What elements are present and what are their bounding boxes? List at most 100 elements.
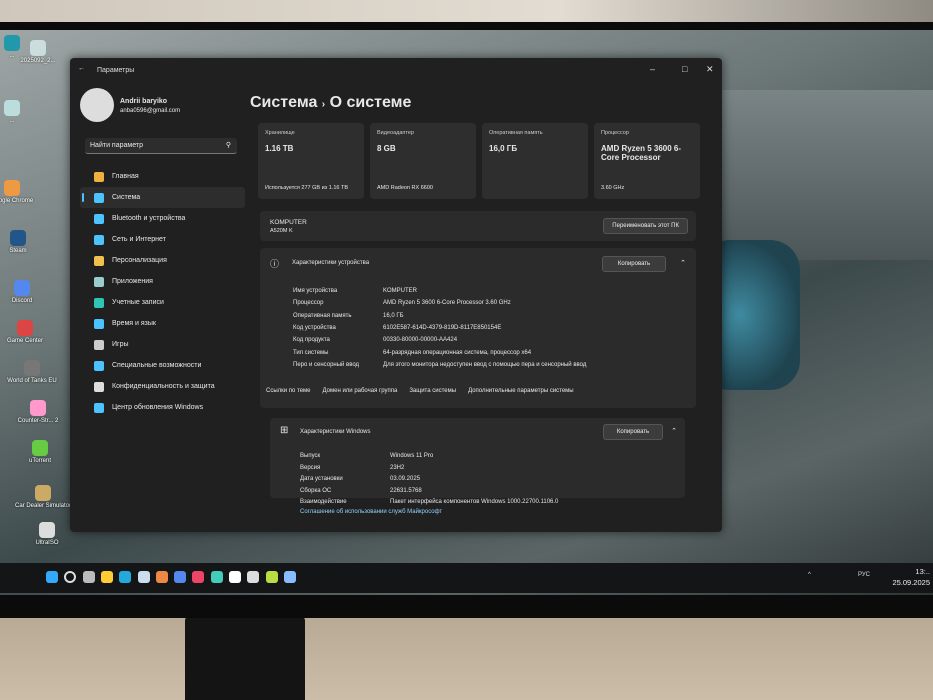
- spec-label: Тип системы: [293, 349, 329, 356]
- taskbar-app-icon[interactable]: [192, 571, 205, 583]
- spec-value: Windows 11 Pro: [390, 453, 434, 459]
- sidebar-item[interactable]: Система: [80, 187, 245, 208]
- app-icon: [17, 320, 33, 336]
- desktop-icon[interactable]: Car Dealer Simulator: [13, 485, 73, 509]
- summary-card: Хранилище 1.16 TB Используется 277 GB из 1…: [258, 123, 364, 199]
- summary-card: Оперативная память 16,0 ГБ: [482, 123, 588, 199]
- sidebar-item[interactable]: Игры: [80, 334, 245, 355]
- desktop-icon-label: Game Center: [6, 338, 43, 344]
- sidebar-item[interactable]: Сеть и Интернет: [80, 229, 245, 250]
- page-title: О системе: [329, 94, 412, 111]
- desktop-icon-label: Discord: [11, 298, 33, 304]
- tray-language[interactable]: РУС: [858, 572, 870, 578]
- taskbar-app-icon[interactable]: [174, 571, 187, 583]
- desktop-icon-label: uTorrent: [28, 458, 51, 464]
- ms-services-agreement-link[interactable]: Соглашение об использовании служб Майкро…: [300, 509, 442, 515]
- desktop-icon[interactable]: Discord: [0, 280, 52, 304]
- sidebar-item[interactable]: Время и язык: [80, 313, 245, 334]
- sidebar-item[interactable]: Персонализация: [80, 250, 245, 271]
- taskbar-app-icon[interactable]: [137, 571, 150, 583]
- app-icon: [14, 280, 30, 296]
- spec-label: Процессор: [293, 300, 324, 307]
- app-icon: [4, 180, 20, 196]
- sidebar-item[interactable]: Конфиденциальность и защита: [80, 376, 245, 397]
- taskbar-app-icon[interactable]: [283, 571, 296, 583]
- taskbar-app-icon[interactable]: [46, 571, 58, 583]
- taskbar-app-icon[interactable]: [229, 571, 241, 583]
- chevron-up-icon[interactable]: ⌃: [680, 259, 686, 267]
- spec-value: 03.09.2025: [390, 476, 421, 482]
- app-icon: [35, 485, 51, 501]
- sidebar-item-label: Bluetooth и устройства: [112, 215, 186, 222]
- desktop-icon[interactable]: ...: [0, 100, 42, 124]
- related-links: Ссылки по теме Домен или рабочая группа …: [266, 388, 574, 394]
- windows-specs-panel: ⊞ Характеристики Windows Копировать ⌃ Вы…: [270, 418, 685, 515]
- nav-icon: [94, 255, 104, 266]
- nav-icon: [94, 381, 104, 392]
- card-value: AMD Ryzen 5 3600 6-Core Processor: [601, 144, 682, 162]
- spec-value: 22631.5768: [390, 487, 422, 494]
- app-icon: [4, 100, 20, 116]
- desktop-icon[interactable]: Steam: [0, 230, 48, 254]
- taskbar-app-icon[interactable]: [64, 571, 77, 583]
- link-system-protection[interactable]: Защита системы: [409, 388, 456, 394]
- maximize-button[interactable]: □: [682, 64, 687, 74]
- link-advanced-settings[interactable]: Дополнительные параметры системы: [468, 388, 574, 394]
- spec-label: Код устройства: [293, 324, 336, 331]
- taskbar: ^ РУС 13:.. 25.09.2025: [0, 563, 933, 593]
- desktop-icon[interactable]: World of Tanks EU: [2, 360, 62, 384]
- back-arrow-icon[interactable]: ←: [78, 65, 85, 72]
- search-icon: ⚲: [225, 142, 231, 149]
- breadcrumb: Система › О системе: [250, 94, 411, 112]
- spec-value: AMD Ryzen 5 3600 6-Core Processor 3.60 G…: [383, 300, 511, 307]
- desktop-icon[interactable]: Google Chrome: [0, 180, 42, 204]
- taskbar-app-icon[interactable]: [247, 571, 260, 583]
- app-icon: [32, 440, 48, 456]
- desktop-icon[interactable]: Game Center: [0, 320, 55, 344]
- desktop-icon[interactable]: UltraISO: [17, 522, 77, 546]
- minimize-button[interactable]: –: [650, 64, 655, 74]
- tray-date[interactable]: 25.09.2025: [892, 578, 930, 587]
- spec-label: Дата установки: [300, 476, 343, 482]
- card-title: Оперативная память: [489, 130, 543, 136]
- taskbar-app-icon[interactable]: [210, 571, 223, 583]
- nav-icon: [94, 339, 104, 350]
- monitor-stand: [185, 615, 305, 700]
- taskbar-app-icon[interactable]: [100, 571, 113, 583]
- desktop-icon[interactable]: uTorrent: [10, 440, 70, 464]
- breadcrumb-parent[interactable]: Система: [250, 94, 317, 111]
- spec-label: Версия: [300, 464, 321, 471]
- taskbar-app-icon[interactable]: [82, 571, 95, 583]
- title-bar: ← Параметры – □ ✕: [70, 58, 722, 84]
- summary-card: Процессор AMD Ryzen 5 3600 6-Core Process…: [594, 123, 700, 199]
- sidebar-item[interactable]: Центр обновления Windows: [80, 397, 245, 418]
- sidebar-item[interactable]: Bluetooth и устройства: [80, 208, 245, 229]
- sidebar-item[interactable]: Специальные возможности: [80, 355, 245, 376]
- taskbar-app-icon[interactable]: [119, 571, 132, 583]
- search-input[interactable]: Найти параметр ⚲: [85, 138, 237, 154]
- desktop-icon-label: Google Chrome: [0, 198, 34, 204]
- taskbar-app-icon[interactable]: [265, 571, 278, 583]
- settings-window: ← Параметры – □ ✕ Andrii baryiko anba059…: [70, 58, 722, 532]
- tray-time[interactable]: 13:..: [915, 567, 930, 576]
- sidebar-item[interactable]: Учетные записи: [80, 292, 245, 313]
- taskbar-app-icon[interactable]: [155, 571, 168, 583]
- search-placeholder: Найти параметр: [90, 142, 143, 149]
- card-subtitle: AMD Radeon RX 6600: [377, 185, 433, 191]
- close-button[interactable]: ✕: [706, 64, 714, 75]
- sidebar-item[interactable]: Приложения: [80, 271, 245, 292]
- link-domain[interactable]: Домен или рабочая группа: [323, 388, 398, 394]
- sidebar-item[interactable]: Главная: [80, 166, 245, 187]
- copy-device-button[interactable]: Копировать: [602, 256, 666, 272]
- desktop-icon[interactable]: ...: [0, 35, 42, 59]
- desktop-icon[interactable]: Counter-Str... 2: [8, 400, 68, 424]
- chevron-up-icon[interactable]: ⌃: [671, 427, 677, 435]
- app-icon: [10, 230, 26, 246]
- tray-chevron-icon[interactable]: ^: [808, 572, 811, 578]
- rename-pc-button[interactable]: Переименовать этот ПК: [603, 218, 688, 234]
- sidebar-item-label: Главная: [112, 173, 139, 180]
- screen: 2025092_2.........Google ChromeSteamDisc…: [0, 30, 933, 595]
- copy-windows-button[interactable]: Копировать: [603, 424, 663, 440]
- avatar[interactable]: [80, 88, 114, 122]
- card-value: 1.16 TB: [265, 144, 294, 153]
